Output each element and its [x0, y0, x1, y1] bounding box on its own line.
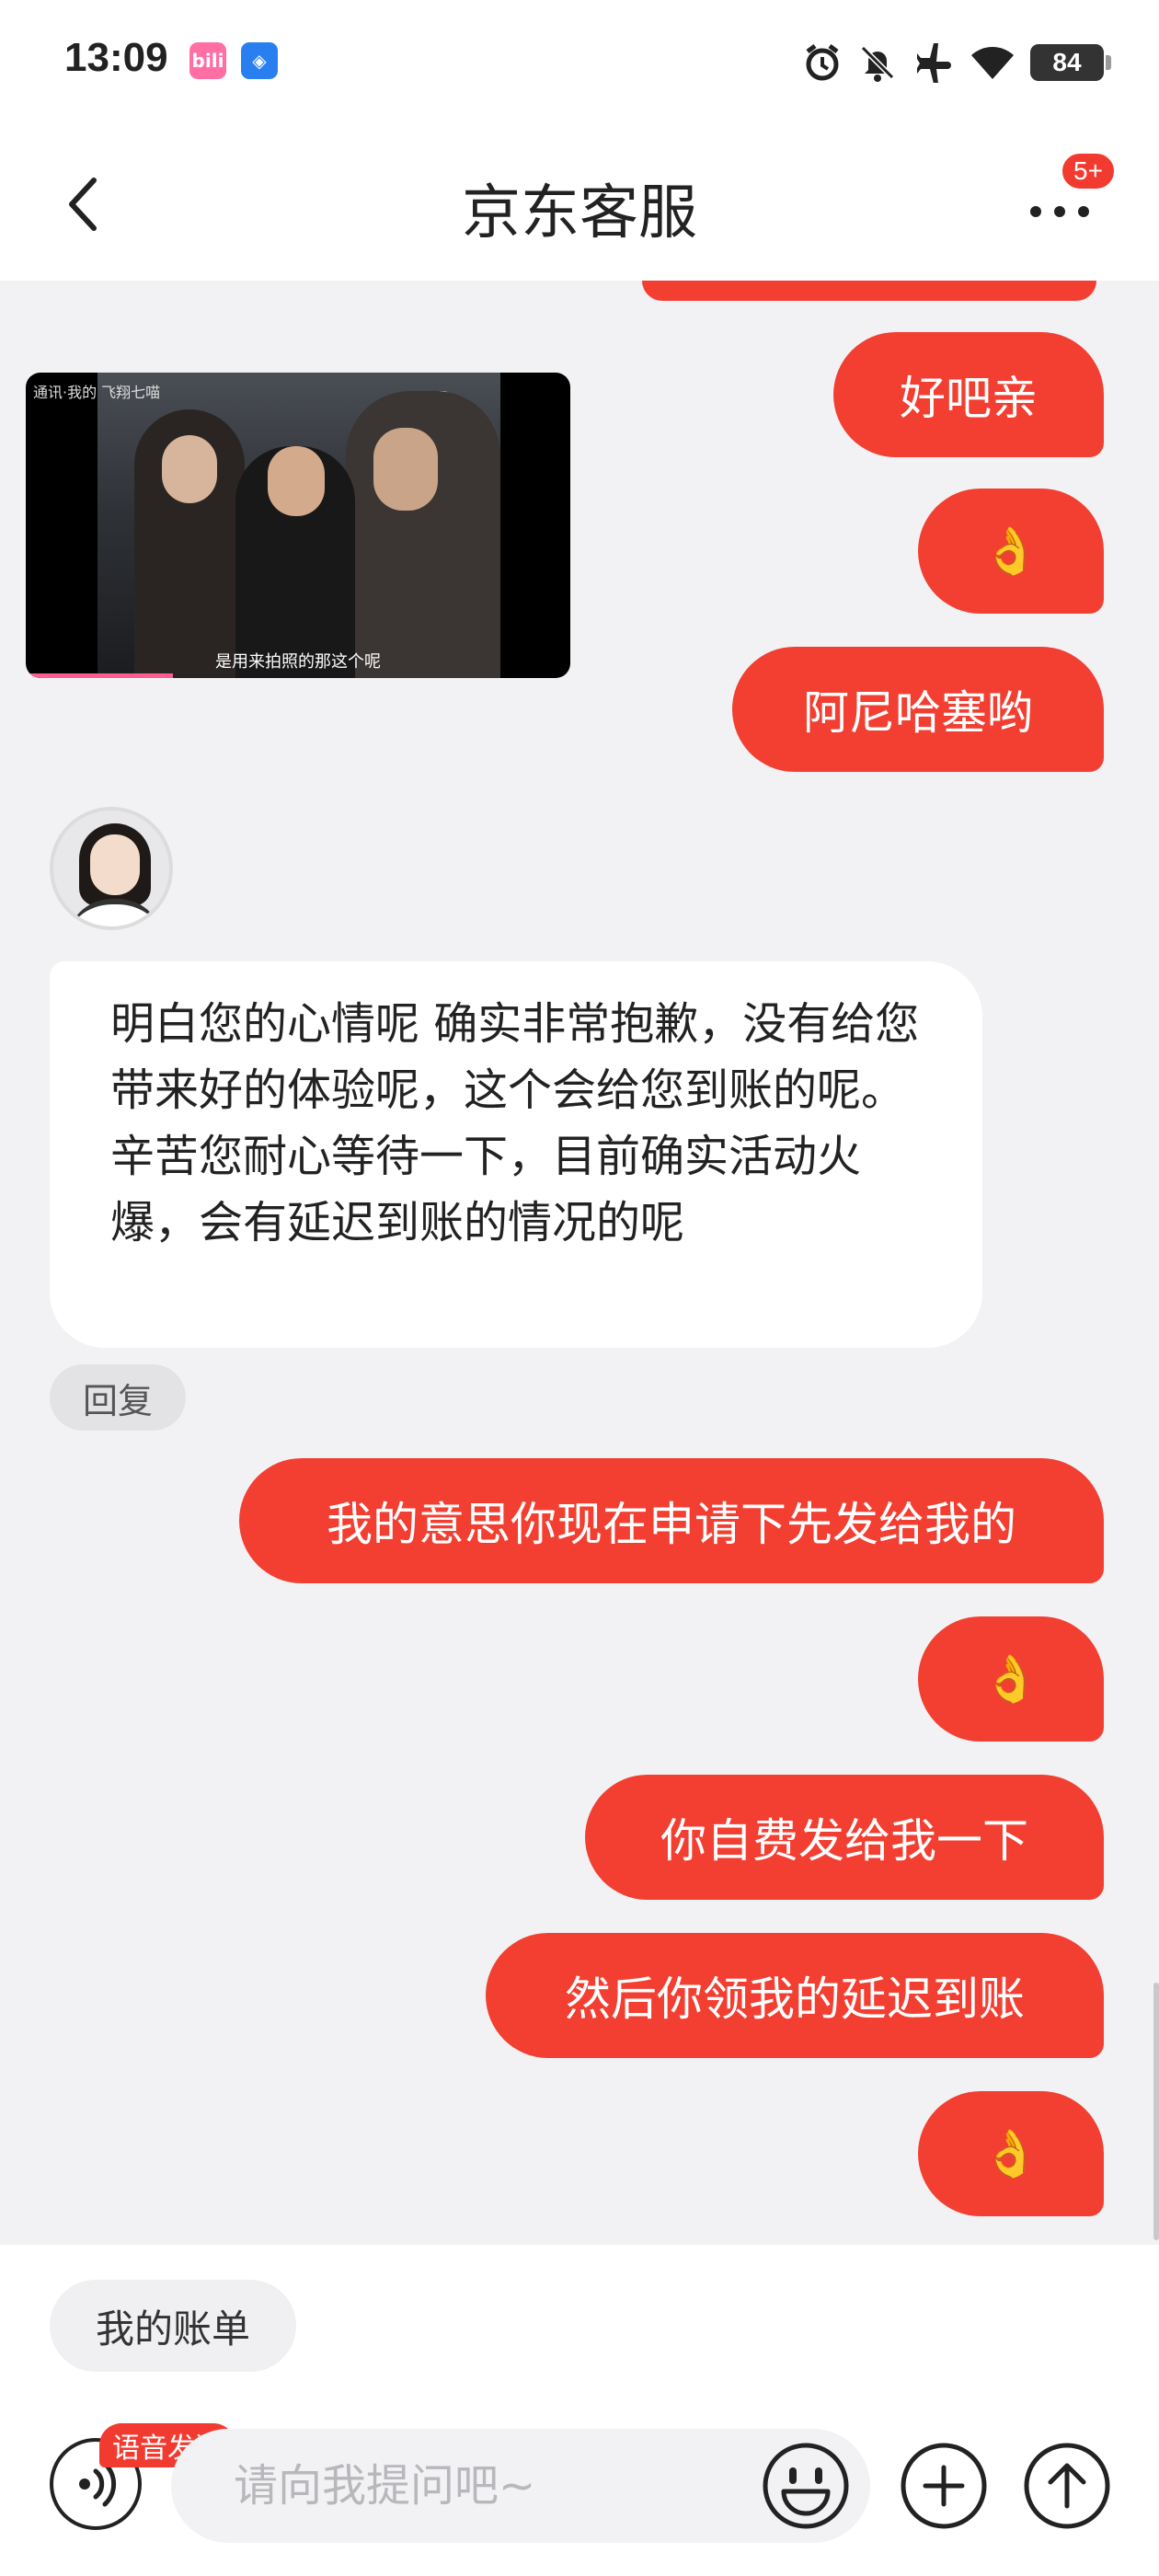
video-progress: [26, 673, 173, 678]
message-text: 明白您的心情呢 确实非常抱歉，没有给您带来好的体验呢，这个会给您到账的呢。辛苦您…: [110, 998, 920, 1248]
video-subtitle: 是用来拍照的那这个呢: [215, 652, 381, 672]
notification-badge: 5+: [1060, 151, 1117, 191]
bilibili-app-icon: bili: [189, 42, 226, 79]
add-attachment-button[interactable]: [898, 2440, 990, 2532]
send-button[interactable]: [1021, 2440, 1113, 2532]
message-bubble-partial: [642, 281, 1096, 301]
agent-avatar[interactable]: [50, 807, 173, 930]
video-message[interactable]: 通讯·我的 飞翔七喵 是用来拍照的那这个呢: [26, 373, 570, 678]
message-bubble-outgoing[interactable]: 然后你领我的延迟到账: [486, 1933, 1104, 2058]
status-time: 13:09: [64, 35, 168, 80]
status-icons: 84: [802, 37, 1111, 88]
message-bubble-outgoing[interactable]: 你自费发给我一下: [585, 1775, 1104, 1900]
plus-icon: [901, 2443, 987, 2529]
ok-hand-emoji-icon: 👌: [981, 524, 1040, 578]
chat-scrollbar[interactable]: [1153, 1983, 1159, 2240]
message-text: 我的意思你现在申请下先发给我的: [327, 1498, 1016, 1551]
quick-reply-my-bill[interactable]: 我的账单: [50, 2280, 297, 2372]
message-bubble-outgoing[interactable]: 我的意思你现在申请下先发给我的: [239, 1458, 1104, 1583]
input-panel: 我的账单 语音发送: [0, 2245, 1159, 2576]
smiley-icon: [763, 2443, 849, 2529]
message-text: 然后你领我的延迟到账: [565, 1972, 1025, 2026]
message-app-icon: ◈: [241, 42, 278, 79]
mute-icon: [857, 42, 898, 83]
page-title: 京东客服: [462, 179, 697, 247]
arrow-up-icon: [1024, 2443, 1110, 2529]
message-text: 你自费发给我一下: [660, 1814, 1028, 1868]
chat-message-list[interactable]: 好吧亲 通讯·我的 飞翔七喵 是用来拍照的那这个呢 👌 阿尼哈塞哟 明白您的心情…: [0, 281, 1159, 2245]
message-bubble-outgoing[interactable]: 👌: [918, 1616, 1104, 1742]
message-bubble-outgoing[interactable]: 👌: [918, 2091, 1104, 2216]
battery-indicator: 84: [1030, 44, 1111, 81]
reply-button[interactable]: 回复: [50, 1364, 186, 1431]
message-bubble-outgoing[interactable]: 👌: [918, 489, 1104, 614]
message-bubble-outgoing[interactable]: 阿尼哈塞哟: [732, 647, 1104, 772]
chat-header: 京东客服: [0, 129, 1159, 281]
message-bubble-outgoing[interactable]: 好吧亲: [833, 332, 1104, 457]
message-text: 阿尼哈塞哟: [803, 686, 1033, 740]
video-thumbnail: [98, 373, 500, 678]
message-bubble-incoming[interactable]: 明白您的心情呢 确实非常抱歉，没有给您带来好的体验呢，这个会给您到账的呢。辛苦您…: [50, 961, 982, 1348]
ok-hand-emoji-icon: 👌: [981, 1652, 1040, 1706]
wifi-icon: [970, 42, 1016, 83]
ok-hand-emoji-icon: 👌: [981, 2127, 1040, 2180]
airplane-icon: [912, 42, 955, 83]
more-options-button[interactable]: [1023, 186, 1096, 241]
more-dots-icon: [1030, 206, 1041, 217]
alarm-icon: [802, 42, 843, 83]
video-corner-tag: 通讯·我的 飞翔七喵: [33, 384, 161, 401]
status-bar: 13:09 bili ◈ 84: [0, 0, 1159, 129]
message-input[interactable]: [234, 2429, 749, 2543]
emoji-button[interactable]: [760, 2440, 852, 2532]
message-text: 好吧亲: [900, 372, 1038, 425]
